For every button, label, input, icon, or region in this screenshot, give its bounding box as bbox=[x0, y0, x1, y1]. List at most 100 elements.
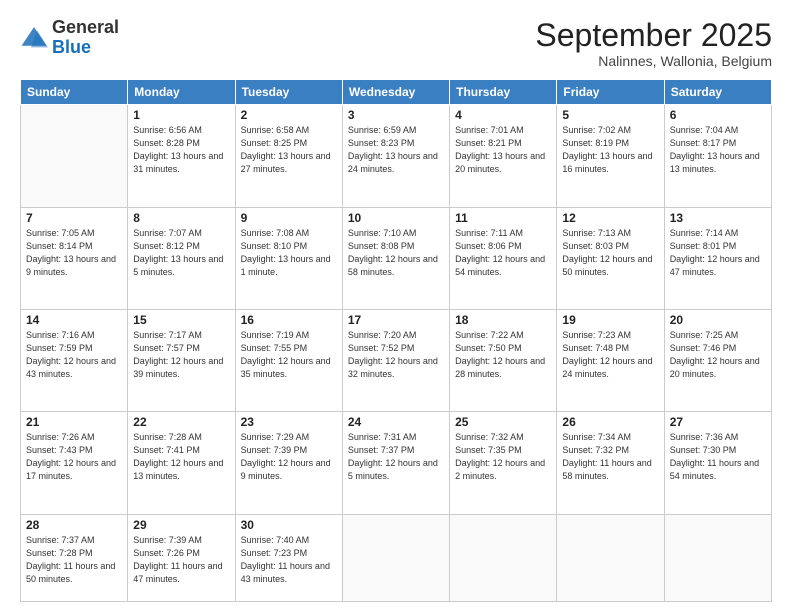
col-saturday: Saturday bbox=[664, 80, 771, 105]
day-number: 23 bbox=[241, 415, 337, 429]
day-number: 7 bbox=[26, 211, 122, 225]
day-info: Sunrise: 6:58 AM Sunset: 8:25 PM Dayligh… bbox=[241, 124, 337, 176]
table-row: 8 Sunrise: 7:07 AM Sunset: 8:12 PM Daylig… bbox=[128, 207, 235, 309]
day-info: Sunrise: 7:17 AM Sunset: 7:57 PM Dayligh… bbox=[133, 329, 229, 381]
location-subtitle: Nalinnes, Wallonia, Belgium bbox=[535, 53, 772, 69]
day-info: Sunrise: 7:07 AM Sunset: 8:12 PM Dayligh… bbox=[133, 227, 229, 279]
table-row: 7 Sunrise: 7:05 AM Sunset: 8:14 PM Daylig… bbox=[21, 207, 128, 309]
col-thursday: Thursday bbox=[450, 80, 557, 105]
day-number: 27 bbox=[670, 415, 766, 429]
day-number: 11 bbox=[455, 211, 551, 225]
day-info: Sunrise: 7:01 AM Sunset: 8:21 PM Dayligh… bbox=[455, 124, 551, 176]
logo: General Blue bbox=[20, 18, 119, 58]
table-row: 13Sunrise: 7:14 AM Sunset: 8:01 PM Dayli… bbox=[664, 207, 771, 309]
day-number: 14 bbox=[26, 313, 122, 327]
table-row: 20Sunrise: 7:25 AM Sunset: 7:46 PM Dayli… bbox=[664, 309, 771, 411]
day-info: Sunrise: 7:22 AM Sunset: 7:50 PM Dayligh… bbox=[455, 329, 551, 381]
day-info: Sunrise: 7:26 AM Sunset: 7:43 PM Dayligh… bbox=[26, 431, 122, 483]
table-row bbox=[342, 514, 449, 602]
day-number: 25 bbox=[455, 415, 551, 429]
table-row: 19Sunrise: 7:23 AM Sunset: 7:48 PM Dayli… bbox=[557, 309, 664, 411]
table-row: 21Sunrise: 7:26 AM Sunset: 7:43 PM Dayli… bbox=[21, 412, 128, 514]
table-row: 28 Sunrise: 7:37 AM Sunset: 7:28 PM Dayli… bbox=[21, 514, 128, 602]
day-number: 22 bbox=[133, 415, 229, 429]
table-row: 11Sunrise: 7:11 AM Sunset: 8:06 PM Dayli… bbox=[450, 207, 557, 309]
day-info: Sunrise: 7:32 AM Sunset: 7:35 PM Dayligh… bbox=[455, 431, 551, 483]
day-number: 28 bbox=[26, 518, 122, 532]
day-number: 17 bbox=[348, 313, 444, 327]
col-sunday: Sunday bbox=[21, 80, 128, 105]
calendar-table: Sunday Monday Tuesday Wednesday Thursday… bbox=[20, 79, 772, 602]
table-row: 18 Sunrise: 7:22 AM Sunset: 7:50 PM Dayli… bbox=[450, 309, 557, 411]
table-row bbox=[21, 105, 128, 207]
day-info: Sunrise: 7:20 AM Sunset: 7:52 PM Dayligh… bbox=[348, 329, 444, 381]
day-number: 13 bbox=[670, 211, 766, 225]
header: General Blue September 2025 Nalinnes, Wa… bbox=[20, 18, 772, 69]
table-row: 23 Sunrise: 7:29 AM Sunset: 7:39 PM Dayli… bbox=[235, 412, 342, 514]
day-info: Sunrise: 7:31 AM Sunset: 7:37 PM Dayligh… bbox=[348, 431, 444, 483]
table-row: 17 Sunrise: 7:20 AM Sunset: 7:52 PM Dayli… bbox=[342, 309, 449, 411]
day-number: 6 bbox=[670, 108, 766, 122]
day-info: Sunrise: 7:05 AM Sunset: 8:14 PM Dayligh… bbox=[26, 227, 122, 279]
table-row: 9 Sunrise: 7:08 AM Sunset: 8:10 PM Daylig… bbox=[235, 207, 342, 309]
table-row: 15 Sunrise: 7:17 AM Sunset: 7:57 PM Dayli… bbox=[128, 309, 235, 411]
table-row: 10 Sunrise: 7:10 AM Sunset: 8:08 PM Dayli… bbox=[342, 207, 449, 309]
table-row: 26 Sunrise: 7:34 AM Sunset: 7:32 PM Dayli… bbox=[557, 412, 664, 514]
day-number: 19 bbox=[562, 313, 658, 327]
day-number: 3 bbox=[348, 108, 444, 122]
table-row: 24Sunrise: 7:31 AM Sunset: 7:37 PM Dayli… bbox=[342, 412, 449, 514]
table-row: 3 Sunrise: 6:59 AM Sunset: 8:23 PM Daylig… bbox=[342, 105, 449, 207]
day-info: Sunrise: 7:36 AM Sunset: 7:30 PM Dayligh… bbox=[670, 431, 766, 483]
day-number: 9 bbox=[241, 211, 337, 225]
day-number: 1 bbox=[133, 108, 229, 122]
day-info: Sunrise: 6:56 AM Sunset: 8:28 PM Dayligh… bbox=[133, 124, 229, 176]
col-friday: Friday bbox=[557, 80, 664, 105]
day-info: Sunrise: 7:04 AM Sunset: 8:17 PM Dayligh… bbox=[670, 124, 766, 176]
day-info: Sunrise: 6:59 AM Sunset: 8:23 PM Dayligh… bbox=[348, 124, 444, 176]
day-info: Sunrise: 7:25 AM Sunset: 7:46 PM Dayligh… bbox=[670, 329, 766, 381]
day-info: Sunrise: 7:19 AM Sunset: 7:55 PM Dayligh… bbox=[241, 329, 337, 381]
table-row bbox=[450, 514, 557, 602]
day-info: Sunrise: 7:16 AM Sunset: 7:59 PM Dayligh… bbox=[26, 329, 122, 381]
day-info: Sunrise: 7:29 AM Sunset: 7:39 PM Dayligh… bbox=[241, 431, 337, 483]
logo-blue-text: Blue bbox=[52, 37, 91, 57]
col-monday: Monday bbox=[128, 80, 235, 105]
day-number: 26 bbox=[562, 415, 658, 429]
col-tuesday: Tuesday bbox=[235, 80, 342, 105]
table-row bbox=[664, 514, 771, 602]
table-row: 12 Sunrise: 7:13 AM Sunset: 8:03 PM Dayli… bbox=[557, 207, 664, 309]
day-info: Sunrise: 7:13 AM Sunset: 8:03 PM Dayligh… bbox=[562, 227, 658, 279]
day-info: Sunrise: 7:40 AM Sunset: 7:23 PM Dayligh… bbox=[241, 534, 337, 586]
table-row: 2 Sunrise: 6:58 AM Sunset: 8:25 PM Daylig… bbox=[235, 105, 342, 207]
day-number: 15 bbox=[133, 313, 229, 327]
table-row: 25 Sunrise: 7:32 AM Sunset: 7:35 PM Dayli… bbox=[450, 412, 557, 514]
day-number: 2 bbox=[241, 108, 337, 122]
table-row: 22 Sunrise: 7:28 AM Sunset: 7:41 PM Dayli… bbox=[128, 412, 235, 514]
page: General Blue September 2025 Nalinnes, Wa… bbox=[0, 0, 792, 612]
day-number: 18 bbox=[455, 313, 551, 327]
day-info: Sunrise: 7:08 AM Sunset: 8:10 PM Dayligh… bbox=[241, 227, 337, 279]
day-info: Sunrise: 7:10 AM Sunset: 8:08 PM Dayligh… bbox=[348, 227, 444, 279]
day-info: Sunrise: 7:02 AM Sunset: 8:19 PM Dayligh… bbox=[562, 124, 658, 176]
day-number: 12 bbox=[562, 211, 658, 225]
day-number: 30 bbox=[241, 518, 337, 532]
header-row: Sunday Monday Tuesday Wednesday Thursday… bbox=[21, 80, 772, 105]
table-row: 4Sunrise: 7:01 AM Sunset: 8:21 PM Daylig… bbox=[450, 105, 557, 207]
logo-icon bbox=[20, 24, 48, 52]
title-block: September 2025 Nalinnes, Wallonia, Belgi… bbox=[535, 18, 772, 69]
table-row bbox=[557, 514, 664, 602]
day-info: Sunrise: 7:34 AM Sunset: 7:32 PM Dayligh… bbox=[562, 431, 658, 483]
logo-general-text: General bbox=[52, 17, 119, 37]
table-row: 14 Sunrise: 7:16 AM Sunset: 7:59 PM Dayli… bbox=[21, 309, 128, 411]
table-row: 27 Sunrise: 7:36 AM Sunset: 7:30 PM Dayli… bbox=[664, 412, 771, 514]
day-number: 5 bbox=[562, 108, 658, 122]
day-info: Sunrise: 7:28 AM Sunset: 7:41 PM Dayligh… bbox=[133, 431, 229, 483]
col-wednesday: Wednesday bbox=[342, 80, 449, 105]
day-info: Sunrise: 7:39 AM Sunset: 7:26 PM Dayligh… bbox=[133, 534, 229, 586]
day-info: Sunrise: 7:37 AM Sunset: 7:28 PM Dayligh… bbox=[26, 534, 122, 586]
table-row: 29Sunrise: 7:39 AM Sunset: 7:26 PM Dayli… bbox=[128, 514, 235, 602]
day-number: 8 bbox=[133, 211, 229, 225]
day-number: 10 bbox=[348, 211, 444, 225]
table-row: 30 Sunrise: 7:40 AM Sunset: 7:23 PM Dayli… bbox=[235, 514, 342, 602]
table-row: 1 Sunrise: 6:56 AM Sunset: 8:28 PM Daylig… bbox=[128, 105, 235, 207]
